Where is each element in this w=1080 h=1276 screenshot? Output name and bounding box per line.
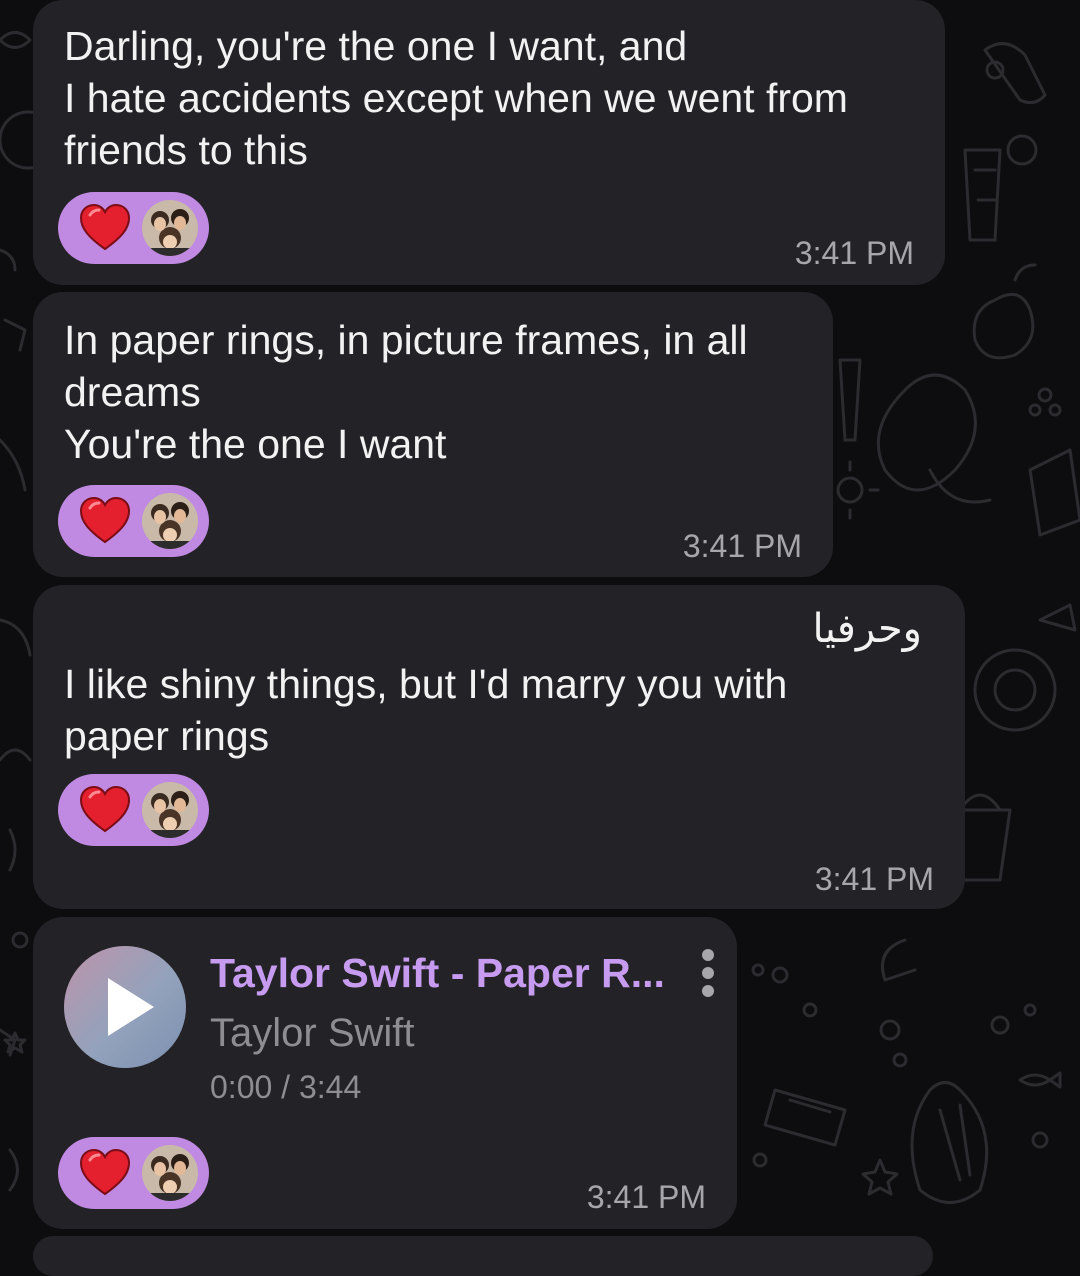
audio-title: Taylor Swift - Paper R... — [210, 950, 665, 996]
reactor-avatar — [142, 200, 198, 256]
audio-duration: 0:00 / 3:44 — [210, 1069, 362, 1105]
message-text: In paper rings, in picture frames, in al… — [64, 317, 748, 467]
message-bubble[interactable]: In paper rings, in picture frames, in al… — [33, 292, 833, 577]
reaction-chip[interactable] — [58, 485, 209, 557]
message-time: 3:41 PM — [794, 235, 914, 271]
message-bubble[interactable]: وحرفيا I like shiny things, but I'd marr… — [33, 585, 965, 909]
message-bubble[interactable]: Darling, you're the one I want, and I ha… — [33, 0, 945, 285]
message-time: 3:41 PM — [586, 1179, 706, 1215]
message-text-arabic: وحرفيا — [812, 606, 923, 652]
heart-icon — [79, 1148, 131, 1196]
audio-artist: Taylor Swift — [210, 1011, 415, 1055]
heart-icon — [79, 785, 131, 833]
message-time: 3:41 PM — [814, 861, 934, 897]
more-vert-icon[interactable] — [693, 947, 723, 1001]
heart-icon — [79, 496, 131, 544]
reaction-chip[interactable] — [58, 192, 209, 264]
reactor-avatar — [142, 1145, 198, 1201]
message-time: 3:41 PM — [682, 528, 802, 564]
heart-icon — [79, 203, 131, 251]
reaction-chip[interactable] — [58, 774, 209, 846]
audio-message-bubble[interactable]: Taylor Swift - Paper R... Taylor Swift 0… — [33, 917, 737, 1229]
reaction-chip[interactable] — [58, 1137, 209, 1209]
reactor-avatar — [142, 493, 198, 549]
audio-play-button[interactable] — [64, 946, 186, 1068]
message-text: Darling, you're the one I want, and I ha… — [64, 23, 848, 173]
message-bubble-partial[interactable] — [33, 1236, 933, 1276]
reactor-avatar — [142, 782, 198, 838]
message-text: I like shiny things, but I'd marry you w… — [64, 661, 788, 759]
